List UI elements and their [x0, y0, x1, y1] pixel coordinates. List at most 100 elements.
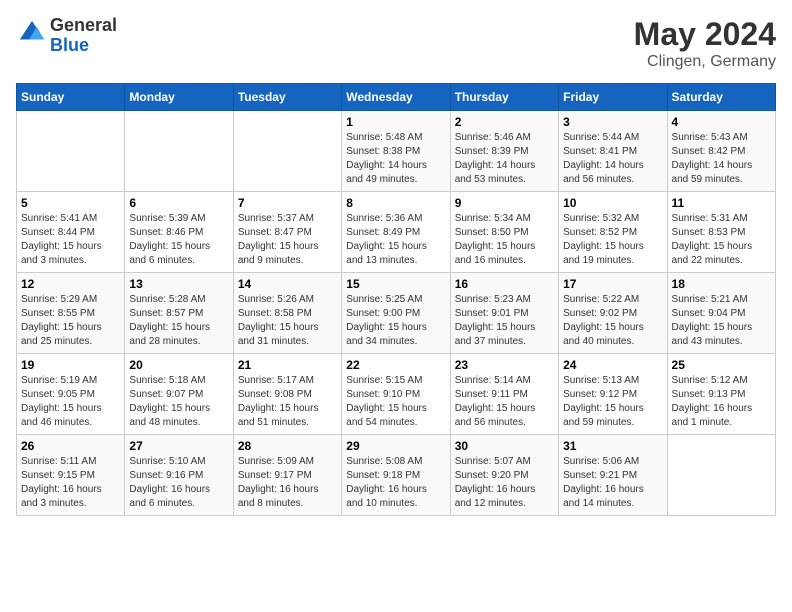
calendar-cell: 15 Sunrise: 5:25 AMSunset: 9:00 PMDayligh…	[342, 273, 450, 354]
calendar-cell	[125, 111, 233, 192]
day-info: Sunrise: 5:15 AMSunset: 9:10 PMDaylight:…	[346, 374, 445, 430]
day-number: 19	[21, 358, 120, 372]
day-info: Sunrise: 5:21 AMSunset: 9:04 PMDaylight:…	[672, 293, 771, 349]
calendar-cell: 31Sunrise: 5:06 AMSunset: 9:21 PMDayligh…	[559, 435, 667, 516]
day-number: 18	[672, 277, 771, 291]
day-number: 17	[563, 277, 662, 291]
calendar-cell: 27Sunrise: 5:10 AMSunset: 9:16 PMDayligh…	[125, 435, 233, 516]
calendar-cell: 14 Sunrise: 5:26 AMSunset: 8:58 PMDayligh…	[233, 273, 341, 354]
day-number: 26	[21, 439, 120, 453]
calendar-cell: 17 Sunrise: 5:22 AMSunset: 9:02 PMDayligh…	[559, 273, 667, 354]
day-info: Sunrise: 5:18 AMSunset: 9:07 PMDaylight:…	[129, 374, 228, 430]
day-info: Sunrise: 5:37 AMSunset: 8:47 PMDaylight:…	[238, 212, 337, 268]
day-info: Sunrise: 5:26 AMSunset: 8:58 PMDaylight:…	[238, 293, 337, 349]
calendar-week-4: 19 Sunrise: 5:19 AMSunset: 9:05 PMDayligh…	[17, 354, 776, 435]
day-number: 3	[563, 115, 662, 129]
calendar-cell: 23 Sunrise: 5:14 AMSunset: 9:11 PMDayligh…	[450, 354, 558, 435]
calendar-cell: 2Sunrise: 5:46 AMSunset: 8:39 PMDaylight…	[450, 111, 558, 192]
header-day-wednesday: Wednesday	[342, 84, 450, 111]
day-info: Sunrise: 5:34 AMSunset: 8:50 PMDaylight:…	[455, 212, 554, 268]
day-number: 8	[346, 196, 445, 210]
calendar-cell	[17, 111, 125, 192]
page-header: General Blue May 2024 Clingen, Germany	[16, 16, 776, 71]
day-number: 7	[238, 196, 337, 210]
calendar-cell: 19 Sunrise: 5:19 AMSunset: 9:05 PMDayligh…	[17, 354, 125, 435]
day-number: 12	[21, 277, 120, 291]
day-number: 4	[672, 115, 771, 129]
calendar-week-5: 26 Sunrise: 5:11 AMSunset: 9:15 PMDayligh…	[17, 435, 776, 516]
day-info: Sunrise: 5:25 AMSunset: 9:00 PMDaylight:…	[346, 293, 445, 349]
day-info: Sunrise: 5:06 AMSunset: 9:21 PMDaylight:…	[563, 455, 662, 511]
day-info: Sunrise: 5:12 AMSunset: 9:13 PMDaylight:…	[672, 374, 771, 430]
day-number: 21	[238, 358, 337, 372]
day-info: Sunrise: 5:48 AMSunset: 8:38 PMDaylight:…	[346, 131, 445, 187]
day-info: Sunrise: 5:07 AMSunset: 9:20 PMDaylight:…	[455, 455, 554, 511]
calendar-cell: 16 Sunrise: 5:23 AMSunset: 9:01 PMDayligh…	[450, 273, 558, 354]
day-info: Sunrise: 5:32 AMSunset: 8:52 PMDaylight:…	[563, 212, 662, 268]
day-info: Sunrise: 5:08 AMSunset: 9:18 PMDaylight:…	[346, 455, 445, 511]
calendar-cell: 9 Sunrise: 5:34 AMSunset: 8:50 PMDaylight…	[450, 192, 558, 273]
calendar-cell	[233, 111, 341, 192]
day-number: 29	[346, 439, 445, 453]
calendar-cell: 12 Sunrise: 5:29 AMSunset: 8:55 PMDayligh…	[17, 273, 125, 354]
logo-general: General	[50, 15, 117, 35]
day-number: 25	[672, 358, 771, 372]
calendar-header-row: SundayMondayTuesdayWednesdayThursdayFrid…	[17, 84, 776, 111]
day-info: Sunrise: 5:17 AMSunset: 9:08 PMDaylight:…	[238, 374, 337, 430]
calendar-cell: 29 Sunrise: 5:08 AMSunset: 9:18 PMDayligh…	[342, 435, 450, 516]
day-info: Sunrise: 5:31 AMSunset: 8:53 PMDaylight:…	[672, 212, 771, 268]
calendar-cell: 7 Sunrise: 5:37 AMSunset: 8:47 PMDaylight…	[233, 192, 341, 273]
calendar-week-1: 1 Sunrise: 5:48 AMSunset: 8:38 PMDaylight…	[17, 111, 776, 192]
title-block: May 2024 Clingen, Germany	[634, 16, 776, 71]
day-info: Sunrise: 5:44 AMSunset: 8:41 PMDaylight:…	[563, 131, 662, 187]
calendar-cell: 26 Sunrise: 5:11 AMSunset: 9:15 PMDayligh…	[17, 435, 125, 516]
calendar-cell: 20Sunrise: 5:18 AMSunset: 9:07 PMDayligh…	[125, 354, 233, 435]
header-day-friday: Friday	[559, 84, 667, 111]
logo-icon	[18, 19, 46, 47]
calendar-cell: 5Sunrise: 5:41 AMSunset: 8:44 PMDaylight…	[17, 192, 125, 273]
day-number: 9	[455, 196, 554, 210]
logo: General Blue	[16, 16, 117, 56]
day-number: 2	[455, 115, 554, 129]
calendar-cell: 18 Sunrise: 5:21 AMSunset: 9:04 PMDayligh…	[667, 273, 775, 354]
day-number: 30	[455, 439, 554, 453]
day-number: 1	[346, 115, 445, 129]
day-number: 5	[21, 196, 120, 210]
day-info: Sunrise: 5:09 AMSunset: 9:17 PMDaylight:…	[238, 455, 337, 511]
day-number: 28	[238, 439, 337, 453]
calendar-cell: 28 Sunrise: 5:09 AMSunset: 9:17 PMDayligh…	[233, 435, 341, 516]
day-number: 16	[455, 277, 554, 291]
day-number: 10	[563, 196, 662, 210]
day-info: Sunrise: 5:11 AMSunset: 9:15 PMDaylight:…	[21, 455, 120, 511]
day-number: 14	[238, 277, 337, 291]
calendar-cell: 1 Sunrise: 5:48 AMSunset: 8:38 PMDaylight…	[342, 111, 450, 192]
calendar-cell: 25 Sunrise: 5:12 AMSunset: 9:13 PMDayligh…	[667, 354, 775, 435]
day-info: Sunrise: 5:23 AMSunset: 9:01 PMDaylight:…	[455, 293, 554, 349]
calendar-cell: 21 Sunrise: 5:17 AMSunset: 9:08 PMDayligh…	[233, 354, 341, 435]
day-number: 23	[455, 358, 554, 372]
day-number: 15	[346, 277, 445, 291]
day-info: Sunrise: 5:22 AMSunset: 9:02 PMDaylight:…	[563, 293, 662, 349]
calendar-cell: 13 Sunrise: 5:28 AMSunset: 8:57 PMDayligh…	[125, 273, 233, 354]
day-info: Sunrise: 5:19 AMSunset: 9:05 PMDaylight:…	[21, 374, 120, 430]
day-number: 24	[563, 358, 662, 372]
day-info: Sunrise: 5:28 AMSunset: 8:57 PMDaylight:…	[129, 293, 228, 349]
month-title: May 2024	[634, 16, 776, 53]
header-day-sunday: Sunday	[17, 84, 125, 111]
header-day-saturday: Saturday	[667, 84, 775, 111]
calendar-cell: 3 Sunrise: 5:44 AMSunset: 8:41 PMDaylight…	[559, 111, 667, 192]
logo-blue: Blue	[50, 35, 89, 55]
day-number: 22	[346, 358, 445, 372]
calendar-cell: 6Sunrise: 5:39 AMSunset: 8:46 PMDaylight…	[125, 192, 233, 273]
calendar-cell: 10 Sunrise: 5:32 AMSunset: 8:52 PMDayligh…	[559, 192, 667, 273]
day-info: Sunrise: 5:43 AMSunset: 8:42 PMDaylight:…	[672, 131, 771, 187]
calendar-cell: 30 Sunrise: 5:07 AMSunset: 9:20 PMDayligh…	[450, 435, 558, 516]
location-title: Clingen, Germany	[634, 53, 776, 71]
day-info: Sunrise: 5:13 AMSunset: 9:12 PMDaylight:…	[563, 374, 662, 430]
header-day-thursday: Thursday	[450, 84, 558, 111]
calendar-week-3: 12 Sunrise: 5:29 AMSunset: 8:55 PMDayligh…	[17, 273, 776, 354]
day-info: Sunrise: 5:29 AMSunset: 8:55 PMDaylight:…	[21, 293, 120, 349]
day-number: 13	[129, 277, 228, 291]
calendar-week-2: 5Sunrise: 5:41 AMSunset: 8:44 PMDaylight…	[17, 192, 776, 273]
day-info: Sunrise: 5:14 AMSunset: 9:11 PMDaylight:…	[455, 374, 554, 430]
